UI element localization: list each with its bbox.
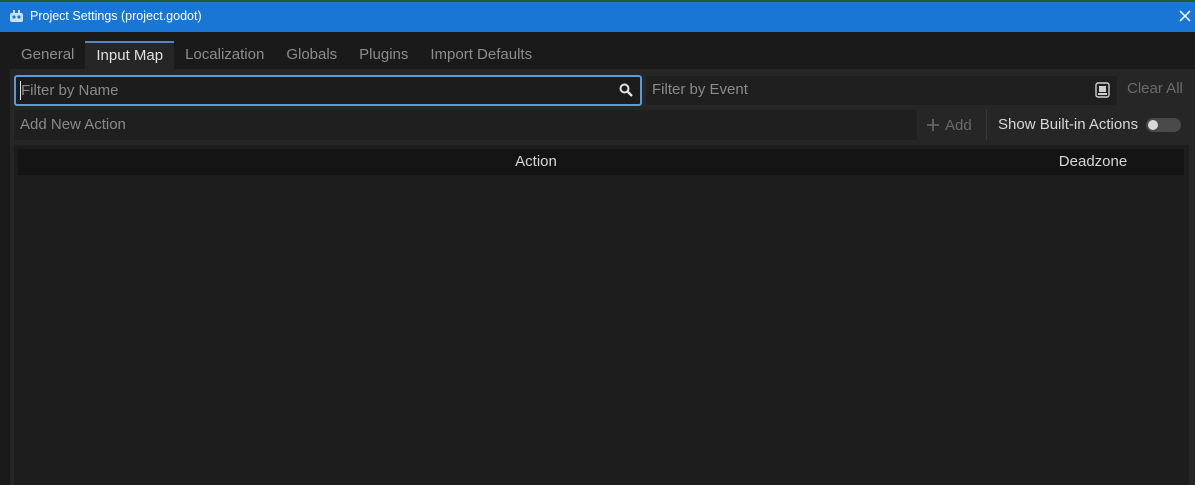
tab-localization[interactable]: Localization xyxy=(174,41,275,69)
close-icon[interactable] xyxy=(1176,7,1194,25)
clear-all-button[interactable]: Clear All xyxy=(1127,80,1183,97)
tab-globals[interactable]: Globals xyxy=(275,41,348,69)
tab-import-defaults[interactable]: Import Defaults xyxy=(419,41,543,69)
column-header-action[interactable]: Action xyxy=(18,153,1054,170)
filter-by-name-input[interactable]: Filter by Name xyxy=(14,75,642,106)
filter-by-name-placeholder: Filter by Name xyxy=(21,82,119,99)
show-builtin-actions-toggle[interactable] xyxy=(1146,118,1181,132)
add-new-action-placeholder: Add New Action xyxy=(20,116,126,133)
tree-header: Action Deadzone xyxy=(18,149,1184,175)
show-builtin-actions-label: Show Built-in Actions xyxy=(998,116,1139,133)
toggle-knob xyxy=(1148,120,1158,130)
window-title: Project Settings (project.godot) xyxy=(30,9,202,23)
keyboard-icon[interactable] xyxy=(1095,82,1110,98)
settings-tabs: General Input Map Localization Globals P… xyxy=(10,41,543,69)
window-titlebar: Project Settings (project.godot) xyxy=(0,0,1195,32)
add-button-label: Add xyxy=(945,116,972,134)
search-icon xyxy=(619,83,633,97)
tab-input-map[interactable]: Input Map xyxy=(85,41,175,69)
titlebar-strip xyxy=(0,0,1195,2)
godot-icon xyxy=(10,10,23,22)
filter-by-event-input[interactable]: Filter by Event xyxy=(646,76,1117,105)
add-new-action-input[interactable]: Add New Action xyxy=(14,110,917,140)
toolbar-separator xyxy=(986,110,987,140)
tab-general[interactable]: General xyxy=(10,41,85,69)
add-button[interactable]: Add xyxy=(926,114,972,136)
tab-plugins[interactable]: Plugins xyxy=(348,41,419,69)
actions-tree[interactable]: Action Deadzone xyxy=(14,145,1189,485)
filter-by-event-placeholder: Filter by Event xyxy=(652,81,748,98)
column-header-deadzone[interactable]: Deadzone xyxy=(1054,153,1132,170)
plus-icon xyxy=(927,119,939,131)
